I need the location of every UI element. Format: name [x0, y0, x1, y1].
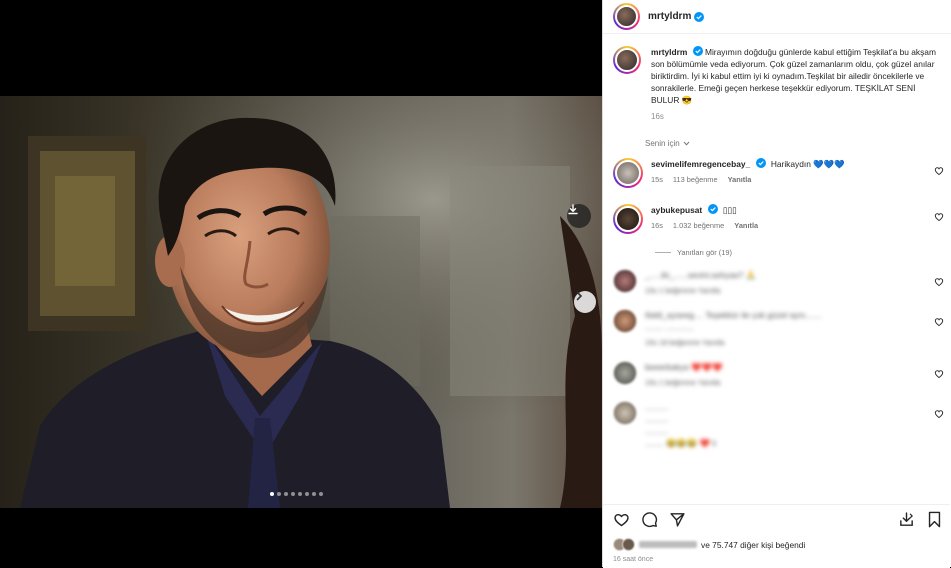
- comment-text: ..........: [645, 414, 669, 424]
- verified-badge-icon: [692, 46, 703, 56]
- heart-icon[interactable]: [934, 166, 944, 176]
- view-replies-button[interactable]: Yanıtları gör (19): [655, 248, 950, 257]
- author-avatar-ring[interactable]: [613, 3, 640, 30]
- comments-scroll-area[interactable]: mrtyldrm Mirayımın doğduğu günlerde kabu…: [603, 34, 950, 504]
- view-replies-label: Yanıtları gör (19): [677, 248, 732, 257]
- commenter-avatar[interactable]: [613, 361, 637, 385]
- comment-sort-label: Senin için: [645, 139, 680, 148]
- verified-badge-icon: [707, 204, 718, 214]
- verified-badge-icon: [755, 158, 766, 168]
- download-icon: [568, 204, 578, 215]
- comment-text: ..........: [645, 402, 669, 412]
- comment-meta: 15s 1 beğenme Yanıtla: [645, 286, 721, 295]
- commenter-username[interactable]: aybukepusat: [651, 205, 702, 215]
- likes-count-text: ve 75.747 diğer kişi beğendi: [701, 539, 806, 550]
- reply-button[interactable]: Yanıtla: [728, 175, 752, 184]
- caption-age: 16s: [651, 112, 664, 121]
- carousel-dot: [291, 492, 295, 496]
- verified-badge-icon: [694, 11, 705, 22]
- carousel-dot: [305, 492, 309, 496]
- comment-text: _.....iki_......sevini.ashyaa? 🙏: [645, 270, 756, 280]
- comment-line: sevimelifemregencebay_ Harikaydın 💙💙💙: [651, 158, 844, 170]
- comment-likes[interactable]: 113 beğenme: [673, 175, 718, 184]
- download-button[interactable]: [567, 204, 591, 228]
- caption-avatar-ring[interactable]: [613, 46, 641, 74]
- replies-divider: [655, 252, 671, 253]
- blurred-comment: ifaldi_ayseeg.... Teşekkür ile çok güzel…: [603, 309, 950, 347]
- comment-item: aybukepusat ▯▯▯ 16s 1.032 beğenme Yanıtl…: [603, 204, 950, 234]
- comment-meta: 15s 18 beğenme Yanıtla: [645, 338, 725, 347]
- blurred-liker-name: [639, 541, 697, 548]
- instagram-post-modal: mrtyldrm mrtyldrm Mirayımın doğduğu günl…: [0, 0, 951, 568]
- caption-username[interactable]: mrtyldrm: [651, 47, 687, 57]
- comment-age: 15s: [651, 175, 663, 184]
- comment-bubble-icon[interactable]: [641, 511, 658, 528]
- liker-avatars: [613, 538, 635, 551]
- chevron-right-icon: [576, 291, 583, 301]
- chevron-down-icon: [683, 141, 690, 146]
- comment-text: ▯▯▯: [722, 205, 737, 215]
- carousel-indicator: [270, 492, 323, 496]
- post-caption: mrtyldrm Mirayımın doğduğu günlerde kabu…: [603, 34, 950, 121]
- commenter-avatar[interactable]: [613, 309, 637, 333]
- reply-button[interactable]: Yanıtla: [734, 221, 758, 230]
- caption-text-block: mrtyldrm Mirayımın doğduğu günlerde kabu…: [651, 46, 936, 106]
- heart-icon[interactable]: [934, 369, 944, 379]
- comment-item: sevimelifemregencebay_ Harikaydın 💙💙💙 15…: [603, 158, 950, 188]
- carousel-dot: [284, 492, 288, 496]
- post-sidebar: mrtyldrm mrtyldrm Mirayımın doğduğu günl…: [602, 0, 951, 568]
- heart-icon[interactable]: [934, 317, 944, 327]
- blurred-comment: _.....iki_......sevini.ashyaa? 🙏 15s 1 b…: [603, 269, 950, 295]
- comment-meta: 16s 1.032 beğenme Yanıtla: [651, 221, 758, 230]
- commenter-avatar[interactable]: [613, 401, 637, 425]
- comment-text: Harikaydın 💙💙💙: [770, 159, 845, 169]
- commenter-avatar[interactable]: [613, 269, 637, 293]
- comment-text: ifaldi_ayseeg.... Teşekkür ile çok güzel…: [645, 310, 822, 320]
- post-media: [0, 0, 602, 567]
- likes-summary[interactable]: ve 75.747 diğer kişi beğendi: [613, 538, 805, 551]
- blurred-comment: .......... .......... .......... .......…: [603, 401, 950, 449]
- download-tray-icon[interactable]: [898, 511, 915, 528]
- heart-icon[interactable]: [934, 409, 944, 419]
- carousel-dot: [277, 492, 281, 496]
- blurred-comment: beeerbakya ❤️❤️❤️ 15s 1 beğenme Yanıtla: [603, 361, 950, 387]
- heart-icon[interactable]: [934, 212, 944, 222]
- post-photo[interactable]: [0, 96, 602, 508]
- carousel-dot-active: [270, 492, 274, 496]
- commenter-avatar: [615, 160, 641, 186]
- comment-age: 16s: [651, 221, 663, 230]
- post-timestamp: 16 saat önce: [613, 556, 654, 563]
- next-slide-button[interactable]: [574, 291, 596, 313]
- commenter-avatar-ring[interactable]: [613, 204, 643, 234]
- comment-meta: 15s 1 beğenme Yanıtla: [645, 378, 721, 387]
- author-username[interactable]: mrtyldrm: [648, 11, 691, 22]
- like-heart-icon[interactable]: [613, 511, 630, 528]
- bookmark-icon[interactable]: [927, 511, 942, 528]
- commenter-username[interactable]: sevimelifemregencebay_: [651, 159, 750, 169]
- comment-line: aybukepusat ▯▯▯: [651, 204, 758, 216]
- commenter-avatar-ring[interactable]: [613, 158, 643, 188]
- carousel-dot: [298, 492, 302, 496]
- comment-text: beeerbakya ❤️❤️❤️: [645, 362, 723, 372]
- comment-text: ........ 😂😂😂 ❤️ ii: [645, 438, 717, 448]
- heart-icon[interactable]: [934, 277, 944, 287]
- carousel-dot: [319, 492, 323, 496]
- post-actions: ve 75.747 diğer kişi beğendi 16 saat önc…: [603, 504, 950, 568]
- comment-sort-dropdown[interactable]: Senin için: [645, 139, 950, 148]
- man-smiling-photo: [0, 96, 602, 508]
- comment-meta: 15s 113 beğenme Yanıtla: [651, 175, 844, 184]
- caption-avatar: [615, 48, 639, 72]
- carousel-dot: [312, 492, 316, 496]
- liker-avatar: [622, 538, 635, 551]
- share-send-icon[interactable]: [669, 511, 686, 528]
- comment-text: ........ ............: [645, 322, 694, 332]
- comment-likes[interactable]: 1.032 beğenme: [673, 221, 724, 230]
- post-header: mrtyldrm: [603, 0, 951, 34]
- comment-text: ..........: [645, 426, 669, 436]
- author-avatar: [615, 5, 638, 28]
- commenter-avatar: [615, 206, 641, 232]
